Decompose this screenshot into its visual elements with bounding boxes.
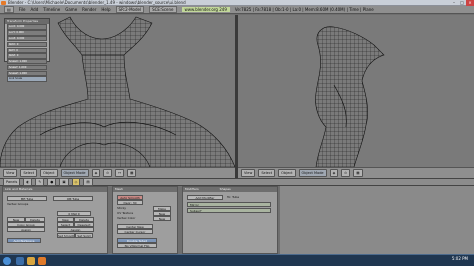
locz-field[interactable]: LocZ: 0.000 [7, 35, 47, 42]
viewport-divider[interactable] [235, 15, 238, 178]
view-menu[interactable]: View [3, 169, 18, 177]
editing-context-icon[interactable]: ◇ [71, 178, 81, 186]
scalex-field[interactable]: ScaleX: 1.000 [7, 59, 47, 65]
windows-taskbar: 5:02 PM [0, 254, 474, 266]
degr-field[interactable]: Degr: 30 [117, 200, 143, 205]
clock-time: 5:02 PM [451, 256, 468, 261]
transform-panel-title: Transform Properties [5, 19, 49, 24]
modifiers-tabs: Modifiers Shapes [183, 187, 277, 192]
buttons-window-header: Panels ◐ ✎ ● ▣ ◇ ▤ [0, 178, 474, 186]
shading-context-icon[interactable]: ● [47, 178, 57, 186]
vertex-color-label: Vertex Color [117, 216, 136, 220]
pivot-icon[interactable]: ⊙ [103, 169, 113, 177]
link-materials-title: Link and Materials [3, 187, 107, 192]
manipulator-icon[interactable]: ↔ [115, 169, 125, 177]
locy-field[interactable]: LocY: 0.000 [7, 30, 47, 36]
menu-game[interactable]: Game [65, 7, 77, 12]
blender-taskbar-icon[interactable] [38, 257, 46, 265]
menu-render[interactable]: Render [82, 7, 96, 12]
select-menu[interactable]: Select [20, 169, 38, 177]
link-materials-panel: Link and Materials ME:Tube OB:Tube Verte… [2, 186, 108, 254]
scene-context-icon[interactable]: ▤ [83, 178, 93, 186]
object-context-icon[interactable]: ▣ [59, 178, 69, 186]
mode-dropdown-right[interactable]: Object Mode [298, 169, 327, 177]
draw-type-icon-right[interactable]: ◈ [329, 169, 339, 177]
mesh-panel-title: Mesh [113, 187, 177, 192]
add-modifier-button[interactable]: Add Modifier [187, 195, 223, 200]
mesh-panel: Mesh Auto Smooth Degr: 30 Sticky Make UV… [112, 186, 178, 254]
buttons-empty-area [280, 186, 474, 254]
rotz-field[interactable]: RotZ: 0 [7, 53, 47, 59]
pivot-icon-right[interactable]: ⊙ [341, 169, 351, 177]
blender-icon[interactable]: ▤ [4, 6, 14, 13]
material-slot[interactable]: 0 Mat 0 [57, 211, 91, 216]
main-menubar: ▤ File Add Timeline Game Render Help SR:… [0, 6, 474, 14]
scene-stats: Ve:7825 | Fa:7818 | Ob:1-0 | La:0 | Mem:… [234, 7, 374, 12]
link-scale-button[interactable]: Link Scale [7, 76, 47, 82]
right-viewport-header: View Select Object Object Mode ◈ ⊙ ▦ [238, 167, 474, 178]
modifier-target-label: To: Tube [227, 195, 240, 199]
blender-url: www.blender.org 249 [181, 7, 230, 12]
tab-modifiers[interactable]: Modifiers [185, 187, 199, 191]
script-context-icon[interactable]: ✎ [35, 178, 45, 186]
tab-shapes[interactable]: Shapes [220, 187, 231, 191]
center-cursor-button[interactable]: Center Cursor [117, 229, 153, 234]
autotexspace-button[interactable]: AutoTexSpace [7, 238, 41, 243]
vcol-new-button[interactable]: New [153, 216, 171, 221]
select-menu-right[interactable]: Select [258, 169, 276, 177]
mesh-name-field[interactable]: ME:Tube [7, 196, 47, 201]
left-viewport-header: View Select Object Object Mode ◈ ⊙ ↔ ▦ [0, 167, 235, 178]
panels-menu[interactable]: Panels [3, 178, 21, 186]
screen-selector[interactable]: SR:2-Model [115, 6, 145, 13]
set-smooth-button[interactable]: Set Smooth [57, 233, 75, 238]
subsurf-modifier[interactable]: Subsurf [187, 208, 271, 213]
mat-assign-button[interactable]: Assign [57, 227, 94, 232]
vg-assign-button[interactable]: Assign [7, 227, 45, 232]
view-menu-right[interactable]: View [241, 169, 256, 177]
set-solid-button[interactable]: Set Solid [75, 233, 93, 238]
uv-texture-label: UV Texture [117, 211, 134, 215]
object-menu[interactable]: Object [40, 169, 58, 177]
system-clock: 5:02 PM [452, 256, 468, 261]
logic-context-icon[interactable]: ◐ [23, 178, 33, 186]
layers-icon-right[interactable]: ▦ [353, 169, 363, 177]
menu-help[interactable]: Help [101, 7, 110, 12]
menu-add[interactable]: Add [30, 7, 38, 12]
no-vnormal-flip-toggle[interactable]: No V.Normal Flip [117, 243, 157, 248]
locx-field[interactable]: LocX: 0.000 [7, 24, 47, 30]
mode-dropdown[interactable]: Object Mode [60, 169, 89, 177]
ie-icon[interactable] [16, 257, 24, 265]
object-name-field[interactable]: OB:Tube [53, 196, 93, 201]
mirror-modifier[interactable]: Mirror [187, 202, 271, 207]
transform-properties-panel[interactable]: Transform Properties LocX: 0.000 LocY: 0… [4, 18, 50, 82]
draw-type-icon[interactable]: ◈ [91, 169, 101, 177]
blender-logo-icon [1, 1, 6, 5]
wireframe-torso-side [315, 26, 385, 167]
layers-icon[interactable]: ▦ [127, 169, 137, 177]
roty-field[interactable]: RotY: 0 [7, 47, 47, 53]
scaley-field[interactable]: ScaleY: 1.000 [7, 64, 47, 71]
scalez-field[interactable]: ScaleZ: 1.000 [7, 70, 47, 77]
start-orb-icon[interactable] [3, 257, 11, 265]
rotx-field[interactable]: RotX: 0 [7, 41, 47, 48]
vertex-groups-label: Vertex Groups [7, 202, 29, 206]
menu-file[interactable]: File [19, 7, 26, 12]
scene-selector[interactable]: SCE:Scene [149, 6, 177, 13]
object-menu-right[interactable]: Object [278, 169, 296, 177]
3d-viewport-right[interactable] [238, 15, 474, 167]
menu-timeline[interactable]: Timeline [43, 7, 60, 12]
modifiers-panel: Modifiers Shapes Add Modifier To: Tube M… [182, 186, 278, 254]
sticky-label: Sticky [117, 206, 126, 210]
explorer-icon[interactable] [27, 257, 35, 265]
